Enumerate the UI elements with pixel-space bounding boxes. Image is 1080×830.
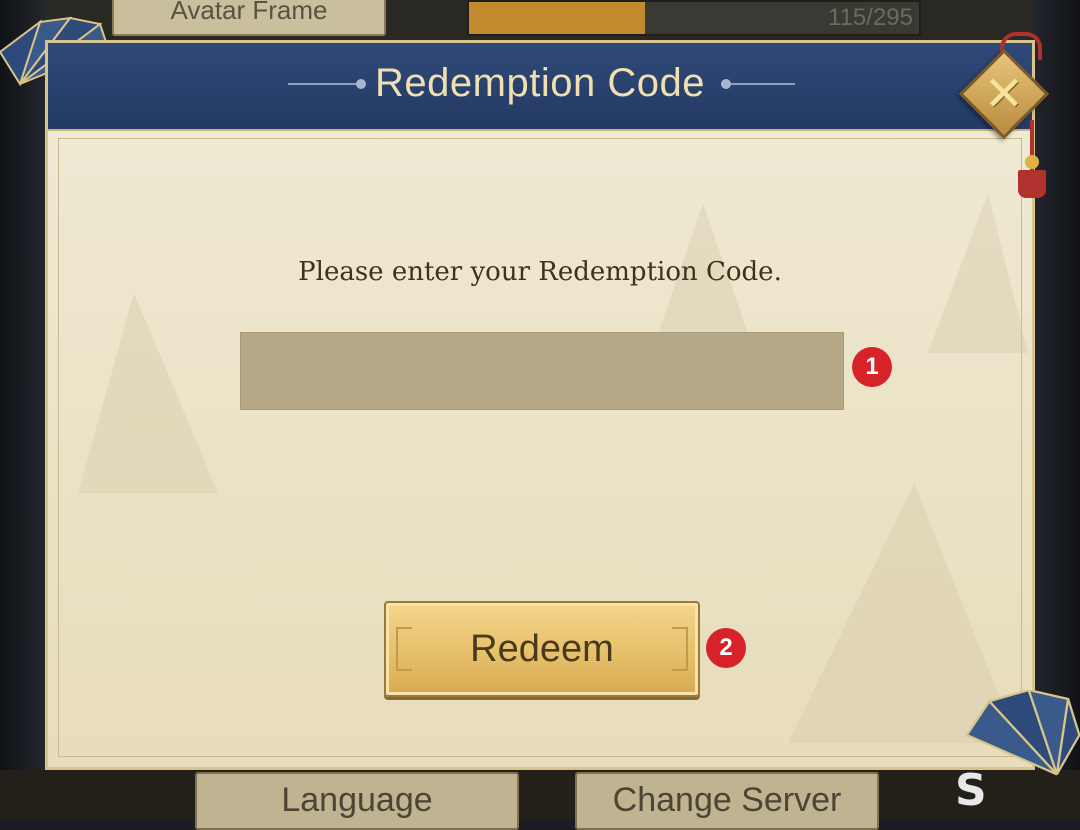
dialog-title: Redemption Code <box>375 61 705 105</box>
progress-bar: 115/295 <box>467 0 921 36</box>
close-icon: ✕ <box>983 66 1025 122</box>
background-bottom-bar <box>0 770 1080 820</box>
fan-icon <box>965 690 1080 776</box>
background-left-panel <box>0 0 45 820</box>
redemption-prompt: Please enter your Redemption Code. <box>298 257 782 287</box>
redeem-button[interactable]: Redeem <box>384 601 700 697</box>
progress-text: 115/295 <box>828 4 913 31</box>
close-button[interactable]: ✕ <box>958 48 1050 140</box>
annotation-badge-1: 1 <box>852 347 892 387</box>
annotation-badge-2: 2 <box>706 628 746 668</box>
redeem-button-label: Redeem <box>470 628 614 670</box>
language-button[interactable]: Language <box>195 772 519 830</box>
redemption-dialog: Redemption Code Please enter your Redemp… <box>45 40 1035 770</box>
avatar-frame-button[interactable]: Avatar Frame <box>112 0 386 36</box>
dialog-header: Redemption Code <box>48 43 1032 131</box>
tassel-icon <box>1018 170 1046 198</box>
tassel-knob <box>1025 155 1039 169</box>
change-server-button[interactable]: Change Server <box>575 772 879 830</box>
redemption-code-input[interactable] <box>240 332 844 410</box>
progress-fill <box>469 2 645 34</box>
